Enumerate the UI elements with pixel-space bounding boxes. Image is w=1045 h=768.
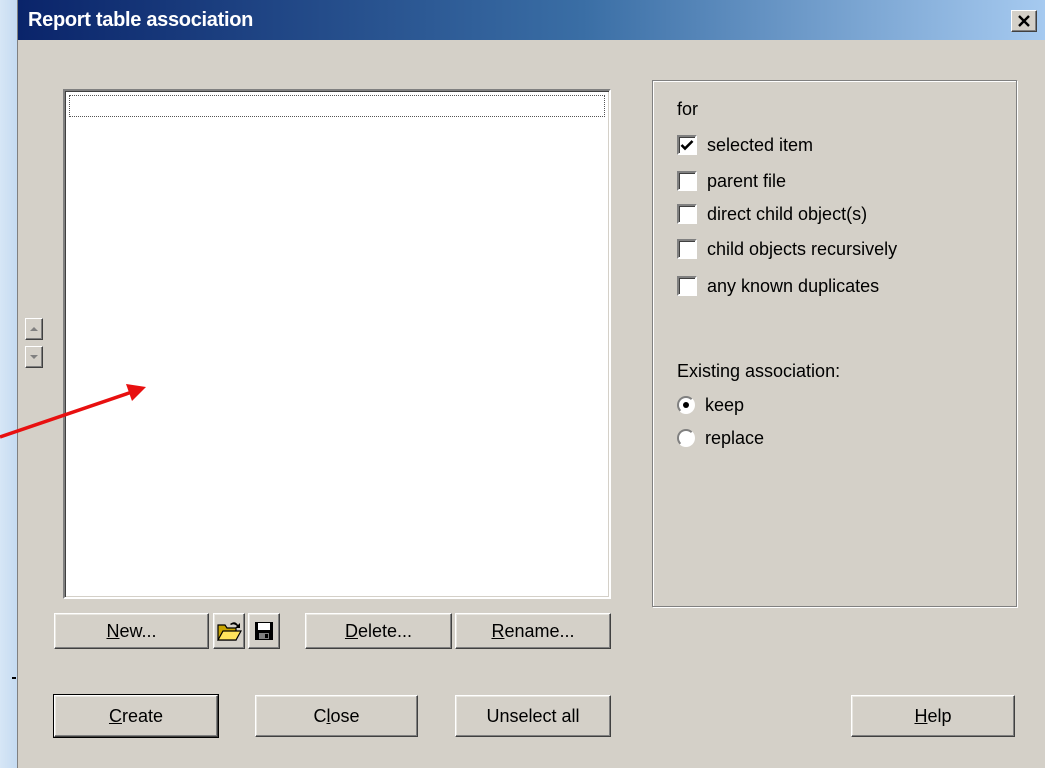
annotation-arrow [0, 384, 146, 439]
